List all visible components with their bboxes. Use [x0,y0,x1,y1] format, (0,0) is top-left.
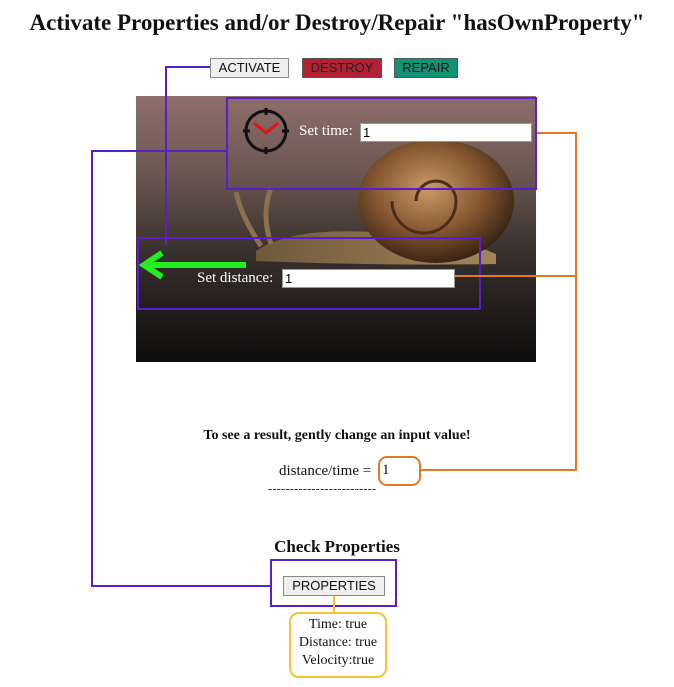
connector-lines [91,66,577,612]
